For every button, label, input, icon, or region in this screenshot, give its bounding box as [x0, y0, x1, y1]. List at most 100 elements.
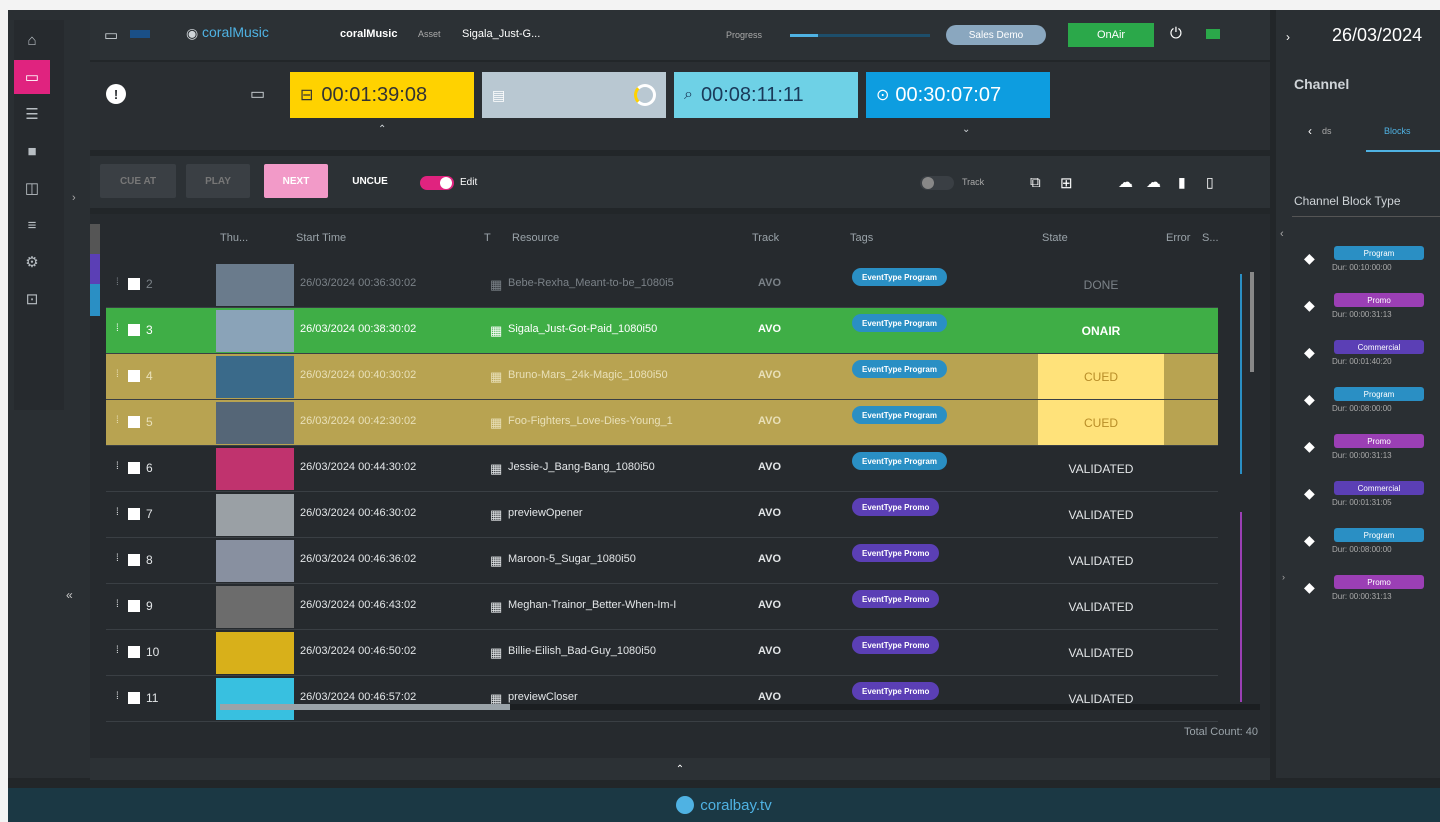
drag-handle-icon[interactable]: ⁞ — [116, 323, 119, 334]
row-thumbnail[interactable] — [216, 678, 294, 720]
cloud-download-icon[interactable]: ☁ — [1146, 173, 1161, 191]
block-item[interactable]: ◆ Promo Dur: 00:00:31:13 — [1276, 293, 1440, 333]
onair-button[interactable]: OnAir — [1068, 23, 1154, 47]
drag-handle-icon[interactable]: ⁞ — [116, 599, 119, 610]
row-checkbox[interactable] — [128, 646, 140, 658]
table-row[interactable]: ⁞ 7 26/03/2024 00:46:30:02 ▦ previewOpener AV… — [106, 492, 1218, 538]
block-item[interactable]: ◆ Promo Dur: 00:00:31:13 — [1276, 434, 1440, 474]
drag-handle-icon[interactable]: ⁞ — [116, 369, 119, 380]
right-panel-arrow-icon[interactable]: ‹ — [1280, 228, 1284, 240]
row-thumbnail[interactable] — [216, 540, 294, 582]
row-checkbox[interactable] — [128, 462, 140, 474]
row-thumbnail[interactable] — [216, 264, 294, 306]
header-state[interactable]: State — [1042, 232, 1068, 244]
row-thumbnail[interactable] — [216, 494, 294, 536]
block-item[interactable]: ◆ Program Dur: 00:08:00:00 — [1276, 528, 1440, 568]
table-row[interactable]: ⁞ 8 26/03/2024 00:46:36:02 ▦ Maroon-5_Sugar_… — [106, 538, 1218, 584]
expand-bottom-icon[interactable]: ⌃ — [676, 764, 684, 775]
power-icon[interactable]: ⏻ — [1170, 25, 1182, 42]
compass-icon[interactable]: ◉ — [186, 25, 198, 42]
table-row[interactable]: ⁞ 2 26/03/2024 00:36:30:02 ▦ Bebe-Rexha_Mean… — [106, 262, 1218, 308]
home-icon[interactable]: ⌂ — [14, 23, 50, 57]
vertical-scrollbar[interactable] — [1250, 272, 1254, 372]
block-item[interactable]: ◆ Program Dur: 00:08:00:00 — [1276, 387, 1440, 427]
expand-down-icon[interactable]: ⌄ — [962, 124, 970, 135]
block-item[interactable]: ◆ Program Dur: 00:10:00:00 — [1276, 246, 1440, 286]
settings-list-icon[interactable]: ⚙ — [14, 245, 50, 279]
block-item[interactable]: ◆ Commercial Dur: 00:01:40:20 — [1276, 340, 1440, 380]
row-checkbox[interactable] — [128, 416, 140, 428]
delete-rows-icon[interactable]: ▮ — [1178, 174, 1186, 191]
export-icon[interactable]: ⊞ — [1060, 174, 1073, 192]
header-thumbnail[interactable]: Thu... — [220, 232, 248, 244]
play-button[interactable]: PLAY — [186, 164, 250, 198]
row-checkbox[interactable] — [128, 508, 140, 520]
row-checkbox[interactable] — [128, 554, 140, 566]
row-checkbox[interactable] — [128, 278, 140, 290]
row-checkbox[interactable] — [128, 692, 140, 704]
next-button[interactable]: NEXT — [264, 164, 328, 198]
import-icon[interactable]: ⧉ — [1030, 174, 1041, 191]
row-thumbnail[interactable] — [216, 632, 294, 674]
sidebar-expand-icon[interactable]: › — [72, 192, 76, 204]
horizontal-scrollbar[interactable] — [220, 704, 1260, 710]
trash-icon[interactable]: ▯ — [1206, 174, 1214, 191]
header-resource[interactable]: Resource — [512, 232, 559, 244]
monitor-icon[interactable]: ▭ — [104, 26, 118, 44]
drag-handle-icon[interactable]: ⁞ — [116, 277, 119, 288]
tab-blocks[interactable]: Blocks — [1384, 126, 1411, 136]
drag-handle-icon[interactable]: ⁞ — [116, 461, 119, 472]
chat-icon[interactable]: ▭ — [250, 84, 265, 104]
row-thumbnail[interactable] — [216, 586, 294, 628]
header-s[interactable]: S... — [1202, 232, 1219, 244]
block-item[interactable]: ◆ Commercial Dur: 00:01:31:05 — [1276, 481, 1440, 521]
row-thumbnail[interactable] — [216, 402, 294, 444]
block-item[interactable]: ◆ Promo Dur: 00:00:31:13 — [1276, 575, 1440, 615]
edit-toggle[interactable] — [420, 176, 454, 190]
drag-handle-icon[interactable]: ⁞ — [116, 691, 119, 702]
monitor-icon[interactable]: ▭ — [14, 60, 50, 94]
drag-handle-icon[interactable]: ⁞ — [116, 645, 119, 656]
checklist-icon[interactable]: ≡ — [14, 208, 50, 242]
cue-at-button[interactable]: CUE AT — [100, 164, 176, 198]
header-type[interactable]: T — [484, 232, 491, 244]
bottom-expand-bar[interactable]: ⌃ — [90, 758, 1270, 780]
table-row[interactable]: ⁞ 10 26/03/2024 00:46:50:02 ▦ Billie-Eilish_… — [106, 630, 1218, 676]
table-row[interactable]: ⁞ 3 26/03/2024 00:38:30:02 ▦ Sigala_Just-Got… — [106, 308, 1218, 354]
row-checkbox[interactable] — [128, 324, 140, 336]
row-thumbnail[interactable] — [216, 310, 294, 352]
back-icon[interactable]: ‹ — [1308, 124, 1312, 138]
table-row[interactable]: ⁞ 9 26/03/2024 00:46:43:02 ▦ Meghan-Trainor_… — [106, 584, 1218, 630]
camera-icon[interactable]: ■ — [14, 134, 50, 168]
scroll-thumb[interactable] — [220, 704, 510, 710]
drag-handle-icon[interactable]: ⁞ — [116, 415, 119, 426]
top-bar: ▭ ◉ coralMusic coralMusic Asset Sigala_J… — [90, 10, 1270, 60]
right-collapse-icon[interactable]: › — [1286, 30, 1290, 44]
user-badge[interactable]: Sales Demo — [946, 25, 1046, 45]
screen-icon[interactable]: ⊡ — [14, 282, 50, 316]
row-thumbnail[interactable] — [216, 448, 294, 490]
table-row[interactable]: ⁞ 6 26/03/2024 00:44:30:02 ▦ Jessie-J_Bang-B… — [106, 446, 1218, 492]
header-tags[interactable]: Tags — [850, 232, 873, 244]
cloud-upload-icon[interactable]: ☁ — [1118, 173, 1133, 191]
expand-up-icon[interactable]: ⌃ — [378, 124, 386, 135]
table-row[interactable]: ⁞ 4 26/03/2024 00:40:30:02 ▦ Bruno-Mars_24k-… — [106, 354, 1218, 400]
drag-handle-icon[interactable]: ⁞ — [116, 553, 119, 564]
layers-icon[interactable]: ◫ — [14, 171, 50, 205]
header-error[interactable]: Error — [1166, 232, 1190, 244]
row-thumbnail[interactable] — [216, 356, 294, 398]
row-checkbox[interactable] — [128, 370, 140, 382]
drag-handle-icon[interactable]: ⁞ — [116, 507, 119, 518]
nav-back-label[interactable]: ds — [1322, 126, 1332, 136]
row-checkbox[interactable] — [128, 600, 140, 612]
menu-indicator — [130, 30, 150, 38]
alert-icon[interactable]: ! — [106, 84, 126, 104]
sidebar-collapse-icon[interactable]: « — [66, 588, 73, 602]
uncue-button[interactable]: UNCUE — [340, 164, 400, 198]
list-icon[interactable]: ☰ — [14, 97, 50, 131]
table-row[interactable]: ⁞ 5 26/03/2024 00:42:30:02 ▦ Foo-Fighters_Lo… — [106, 400, 1218, 446]
track-toggle[interactable] — [920, 176, 954, 190]
header-start-time[interactable]: Start Time — [296, 232, 346, 244]
header-track[interactable]: Track — [752, 232, 779, 244]
table-row[interactable]: ⁞ 11 26/03/2024 00:46:57:02 ▦ previewCloser A… — [106, 676, 1218, 722]
